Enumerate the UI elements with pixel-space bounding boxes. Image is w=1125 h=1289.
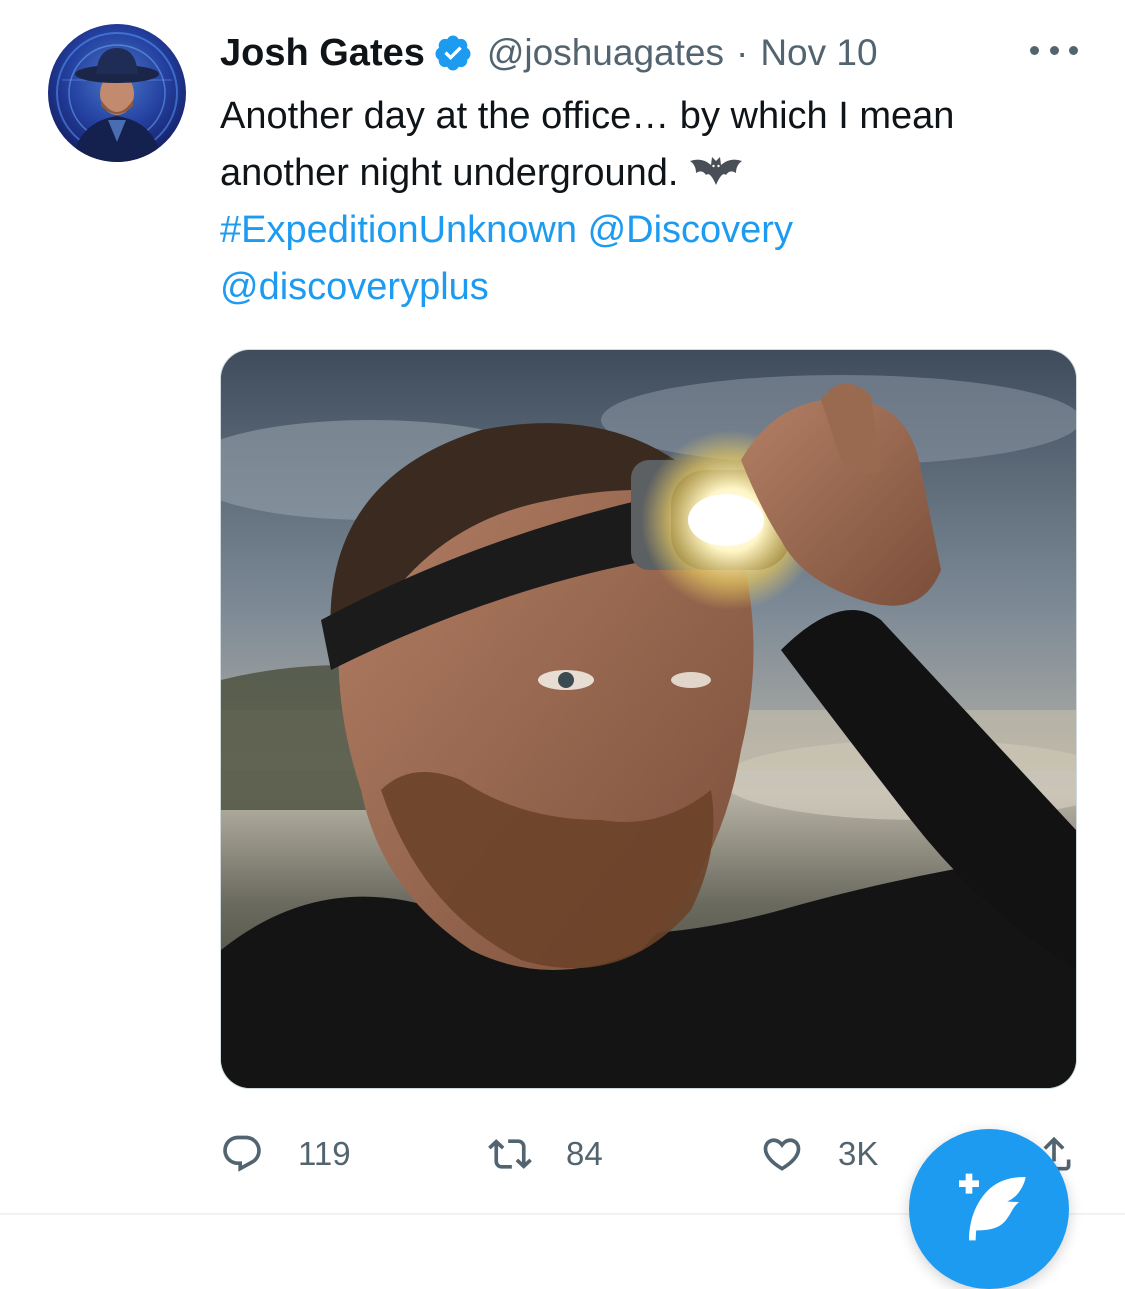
mention-link-discoveryplus[interactable]: @discoveryplus xyxy=(220,266,489,308)
more-options-icon[interactable] xyxy=(1030,30,1078,70)
heart-icon xyxy=(763,1138,801,1171)
reply-button[interactable]: 119 xyxy=(220,1124,351,1184)
avatar[interactable] xyxy=(48,24,186,162)
author-handle[interactable]: @joshuagates xyxy=(487,32,724,74)
tweet-text-line-2: another night underground. xyxy=(220,145,1080,202)
compose-tweet-button[interactable] xyxy=(909,1129,1069,1289)
hashtag-link[interactable]: #ExpeditionUnknown xyxy=(220,209,577,251)
like-button[interactable]: 3K xyxy=(760,1124,878,1184)
reply-icon xyxy=(223,1135,261,1172)
tweet-text: Another day at the office… by which I me… xyxy=(220,88,1080,316)
mention-link-discovery[interactable]: @Discovery xyxy=(588,209,793,251)
separator-dot: · xyxy=(735,32,749,73)
tweet-text-line-2-text: another night underground. xyxy=(220,152,679,194)
tweet-date[interactable]: Nov 10 xyxy=(760,32,877,74)
tweet-text-line-4: @discoveryplus xyxy=(220,259,1080,316)
verified-badge-icon xyxy=(433,33,473,73)
tweet-text-line-3: #ExpeditionUnknown @Discovery xyxy=(220,202,1080,259)
tweet-text-line-1: Another day at the office… by which I me… xyxy=(220,95,955,137)
tweet-header: Josh Gates @joshuagates · Nov 10 xyxy=(220,26,878,80)
tweet[interactable]: Josh Gates @joshuagates · Nov 10 Another… xyxy=(0,0,1125,1215)
bat-emoji-icon xyxy=(688,149,744,185)
reply-count: 119 xyxy=(298,1135,351,1172)
avatar-image xyxy=(56,32,178,162)
tweet-photo[interactable] xyxy=(220,349,1077,1089)
author-name[interactable]: Josh Gates xyxy=(220,32,425,75)
retweet-button[interactable]: 84 xyxy=(488,1124,603,1184)
compose-tweet-icon xyxy=(959,1173,1026,1241)
retweet-count: 84 xyxy=(566,1135,603,1172)
like-count: 3K xyxy=(838,1135,879,1172)
photo-illustration xyxy=(221,350,1076,1088)
retweet-icon xyxy=(488,1139,532,1169)
